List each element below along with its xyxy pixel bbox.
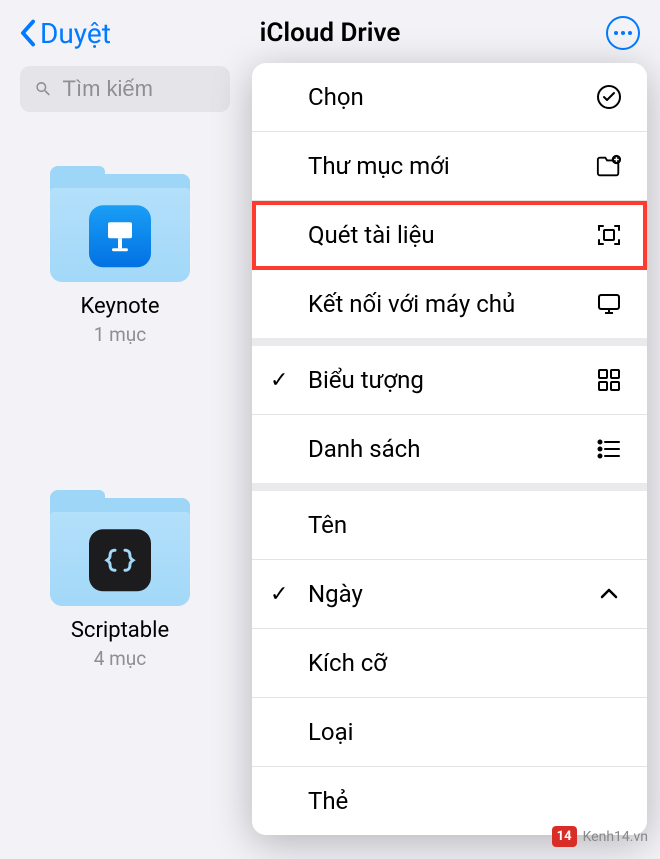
checkmark-icon: ✓	[270, 582, 288, 607]
menu-label: Quét tài liệu	[308, 221, 435, 249]
menu-label: Biểu tượng	[308, 366, 424, 394]
server-icon	[595, 290, 623, 318]
watermark-text: Kenh14.vn	[583, 829, 648, 845]
menu-sort-kind[interactable]: Loại	[252, 698, 647, 767]
menu-label: Thư mục mới	[308, 152, 450, 180]
folder-icon	[50, 496, 190, 606]
chevron-left-icon	[20, 19, 36, 47]
list-icon	[595, 435, 623, 463]
menu-label: Tên	[308, 511, 347, 539]
chevron-up-icon	[595, 580, 623, 608]
scan-icon	[595, 221, 623, 249]
menu-view-list[interactable]: Danh sách	[252, 415, 647, 483]
folder-name: Scriptable	[71, 618, 169, 643]
search-box[interactable]	[20, 66, 230, 112]
menu-select[interactable]: Chọn	[252, 63, 647, 132]
watermark: 14 Kenh14.vn	[552, 826, 648, 847]
menu-sort-tags[interactable]: Thẻ	[252, 767, 647, 835]
back-label: Duyệt	[40, 17, 111, 50]
menu-sort-date[interactable]: ✓ Ngày	[252, 560, 647, 629]
navigation-header: Duyệt iCloud Drive	[0, 0, 660, 66]
scriptable-app-icon	[89, 529, 151, 591]
check-circle-icon	[595, 83, 623, 111]
checkmark-icon: ✓	[270, 368, 288, 393]
menu-scan-document[interactable]: Quét tài liệu	[252, 201, 647, 270]
folder-plus-icon	[595, 152, 623, 180]
folder-name: Keynote	[80, 294, 159, 319]
menu-view-icons[interactable]: ✓ Biểu tượng	[252, 346, 647, 415]
back-button[interactable]: Duyệt	[20, 17, 111, 50]
menu-label: Kích cỡ	[308, 649, 387, 677]
menu-new-folder[interactable]: Thư mục mới	[252, 132, 647, 201]
keynote-app-icon	[89, 205, 151, 267]
ellipsis-icon	[614, 31, 632, 35]
menu-label: Danh sách	[308, 435, 420, 463]
search-input[interactable]	[63, 76, 216, 102]
menu-sort-name[interactable]: Tên	[252, 491, 647, 560]
menu-label: Kết nối với máy chủ	[308, 290, 515, 318]
folder-scriptable[interactable]: Scriptable 4 mục	[30, 496, 210, 670]
folder-icon	[50, 172, 190, 282]
folder-keynote[interactable]: Keynote 1 mục	[30, 172, 210, 346]
grid-icon	[595, 366, 623, 394]
menu-label: Chọn	[308, 83, 364, 111]
menu-sort-size[interactable]: Kích cỡ	[252, 629, 647, 698]
menu-label: Thẻ	[308, 787, 348, 815]
folder-count: 4 mục	[94, 647, 146, 670]
watermark-badge: 14	[552, 826, 577, 847]
page-title: iCloud Drive	[260, 18, 401, 48]
menu-label: Loại	[308, 718, 354, 746]
folder-count: 1 mục	[94, 323, 146, 346]
context-menu: Chọn Thư mục mới Quét tài liệu Kết nối v…	[252, 63, 647, 835]
menu-label: Ngày	[308, 580, 363, 608]
menu-connect-server[interactable]: Kết nối với máy chủ	[252, 270, 647, 338]
search-icon	[34, 78, 53, 100]
more-options-button[interactable]	[606, 16, 640, 50]
